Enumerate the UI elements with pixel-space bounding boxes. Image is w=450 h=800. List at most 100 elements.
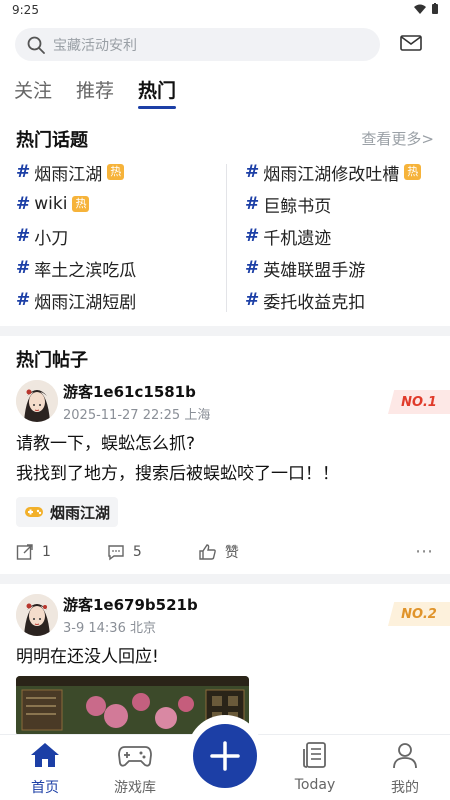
column-divider bbox=[226, 164, 227, 312]
nav-profile[interactable]: 我的 bbox=[365, 741, 445, 797]
comment-icon bbox=[108, 544, 124, 560]
nav-profile-label: 我的 bbox=[391, 780, 419, 796]
post-content[interactable]: 请教一下，蜈蚣怎么抓? 我找到了地方，搜索后被蜈蚣咬了一口！！ bbox=[16, 429, 339, 489]
post-line: 明明在还没人回应! bbox=[16, 647, 159, 667]
topic-item[interactable]: # wiki 热 bbox=[16, 194, 136, 214]
topics-left-column: # 烟雨江湖热 # wiki 热 # 小刀 # 率土之滨吃瓜 # 烟雨江湖短剧 bbox=[16, 162, 137, 313]
hot-posts-section: 热门帖子 游客1e61c1581b 2025-11-27 22:25 上海 NO… bbox=[0, 336, 450, 736]
topic-label: 委托收益克扣 bbox=[263, 292, 366, 313]
battery-icon bbox=[432, 3, 438, 14]
like-label: 赞 bbox=[224, 544, 239, 561]
post-location: 上海 bbox=[184, 408, 211, 423]
post-date: 2025-11-27 bbox=[63, 408, 139, 423]
nav-game-library-label: 游戏库 bbox=[114, 780, 156, 796]
hash-icon: # bbox=[16, 258, 31, 278]
topics-right-column: # 烟雨江湖修改吐槽热 # 巨鲸书页 # 千机遗迹 # 英雄联盟手游 # 委托收益克扣 bbox=[245, 162, 422, 313]
user-icon bbox=[393, 743, 417, 769]
rank-badge: NO.1 bbox=[388, 390, 450, 414]
post-separator bbox=[0, 574, 450, 584]
topic-label: 率土之滨吃瓜 bbox=[34, 260, 137, 281]
hash-icon: # bbox=[16, 226, 31, 246]
tab-following[interactable]: 关注 bbox=[14, 76, 52, 109]
game-tag-label: 烟雨江湖 bbox=[50, 503, 111, 522]
hash-icon: # bbox=[16, 290, 31, 310]
post-username[interactable]: 游客1e61c1581b bbox=[63, 381, 196, 402]
tab-hot[interactable]: 热门 bbox=[138, 76, 177, 109]
plus-icon bbox=[210, 741, 240, 771]
post-line: 我找到了地方，搜索后被蜈蚣咬了一口！！ bbox=[16, 464, 339, 484]
hash-icon: # bbox=[16, 162, 31, 182]
top-bar: 宝藏活动安利 关注 推荐 热门 bbox=[0, 20, 450, 116]
hash-icon: # bbox=[245, 162, 260, 182]
topic-label: 小刀 bbox=[34, 228, 69, 249]
thumbs-up-icon bbox=[199, 543, 216, 560]
topic-item[interactable]: # 巨鲸书页 bbox=[245, 194, 421, 217]
post-card[interactable]: 游客1e61c1581b 2025-11-27 22:25 上海 NO.1 请教… bbox=[0, 336, 450, 571]
topic-label: 烟雨江湖 bbox=[34, 164, 103, 185]
share-icon bbox=[16, 543, 33, 560]
hash-icon: # bbox=[245, 226, 260, 246]
comment-button[interactable]: 5 bbox=[107, 543, 142, 561]
topic-label: 英雄联盟手游 bbox=[263, 260, 366, 281]
post-date: 3-9 bbox=[63, 621, 85, 636]
share-button[interactable]: 1 bbox=[16, 543, 51, 561]
gamepad-icon bbox=[118, 746, 152, 767]
mail-icon[interactable] bbox=[400, 35, 422, 51]
hot-badge: 热 bbox=[107, 164, 125, 180]
avatar[interactable] bbox=[16, 594, 58, 636]
more-options-icon[interactable]: ⋯ bbox=[415, 541, 434, 562]
nav-today[interactable]: Today bbox=[275, 741, 355, 793]
like-button[interactable]: 赞 bbox=[198, 542, 239, 562]
topic-label: wiki bbox=[34, 194, 68, 214]
gamepad-icon bbox=[25, 507, 43, 517]
hot-badge: 热 bbox=[72, 196, 90, 212]
tab-recommended[interactable]: 推荐 bbox=[76, 76, 114, 109]
search-placeholder: 宝藏活动安利 bbox=[53, 37, 137, 54]
home-icon bbox=[31, 743, 59, 767]
system-icons bbox=[414, 3, 438, 14]
create-post-button[interactable] bbox=[193, 724, 257, 788]
wifi-icon bbox=[414, 4, 426, 14]
topic-label: 烟雨江湖短剧 bbox=[34, 292, 137, 313]
topic-item[interactable]: # 委托收益克扣 bbox=[245, 290, 421, 313]
post-actions: 1 5 赞 ⋯ bbox=[16, 541, 434, 562]
topic-item[interactable]: # 千机遗迹 bbox=[245, 226, 421, 249]
topic-item[interactable]: # 英雄联盟手游 bbox=[245, 258, 421, 281]
topic-item[interactable]: # 率土之滨吃瓜 bbox=[16, 258, 137, 281]
topic-item[interactable]: # 小刀 bbox=[16, 226, 136, 249]
hot-topics-title: 热门话题 bbox=[16, 130, 88, 151]
post-line: 请教一下，蜈蚣怎么抓? bbox=[16, 434, 196, 454]
hash-icon: # bbox=[16, 194, 31, 214]
post-card[interactable]: 游客1e679b521b 3-9 14:36 北京 NO.2 明明在还没人回应! bbox=[0, 584, 450, 736]
document-icon bbox=[303, 742, 326, 768]
hash-icon: # bbox=[245, 258, 260, 278]
status-bar: 9:25 bbox=[0, 0, 450, 20]
topic-label: 烟雨江湖修改吐槽 bbox=[263, 164, 400, 185]
share-count: 1 bbox=[42, 543, 51, 560]
nav-today-label: Today bbox=[294, 777, 336, 793]
comment-count: 5 bbox=[132, 543, 142, 560]
topic-item[interactable]: # 烟雨江湖热 bbox=[16, 162, 136, 185]
status-time: 9:25 bbox=[12, 3, 39, 17]
hash-icon: # bbox=[245, 194, 260, 214]
nav-home-label: 首页 bbox=[31, 780, 59, 796]
game-tag[interactable]: 烟雨江湖 bbox=[16, 497, 119, 527]
post-location: 北京 bbox=[129, 621, 156, 636]
view-more-link[interactable]: 查看更多> bbox=[361, 128, 434, 149]
search-icon bbox=[27, 36, 45, 54]
post-time: 14:36 bbox=[88, 621, 126, 636]
avatar[interactable] bbox=[16, 380, 58, 422]
hot-badge: 热 bbox=[404, 164, 422, 180]
nav-game-library[interactable]: 游戏库 bbox=[95, 741, 175, 797]
nav-home[interactable]: 首页 bbox=[5, 741, 85, 797]
post-username[interactable]: 游客1e679b521b bbox=[63, 594, 198, 615]
topic-item[interactable]: # 烟雨江湖短剧 bbox=[16, 290, 137, 313]
topic-item[interactable]: # 烟雨江湖修改吐槽热 bbox=[245, 162, 422, 185]
topic-label: 千机遗迹 bbox=[263, 228, 332, 249]
post-time: 22:25 bbox=[142, 408, 181, 423]
search-input[interactable]: 宝藏活动安利 bbox=[15, 28, 380, 61]
post-content[interactable]: 明明在还没人回应! bbox=[16, 642, 159, 672]
topic-label: 巨鲸书页 bbox=[263, 196, 332, 217]
post-meta: 2025-11-27 22:25 上海 bbox=[63, 404, 210, 423]
hot-topics-section: 热门话题 查看更多> # 烟雨江湖热 # wiki 热 # 小刀 # 率土之滨吃瓜 # 烟雨… bbox=[0, 116, 450, 326]
